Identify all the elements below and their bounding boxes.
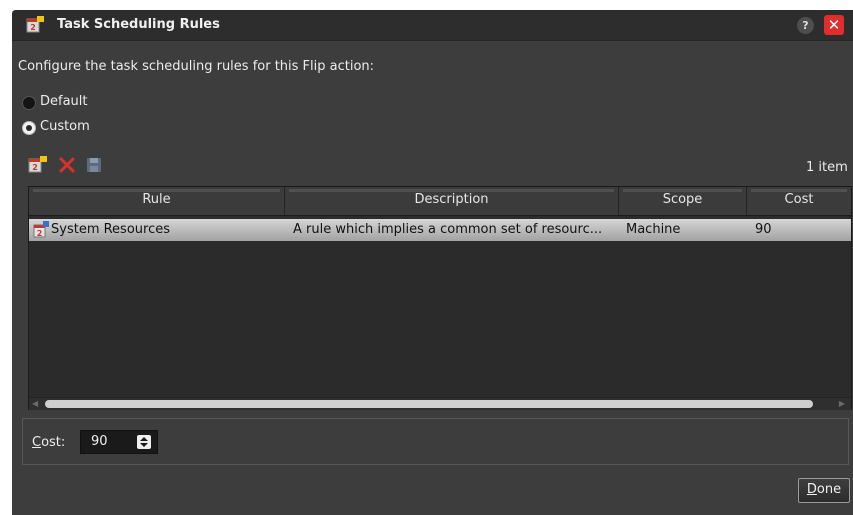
table-row[interactable]: 2 System Resources A rule which implies … <box>29 219 851 241</box>
rules-table[interactable]: Rule Description Scope Cost 2 System Res… <box>28 186 852 410</box>
scroll-left-icon[interactable]: ◀ <box>32 399 38 408</box>
cell-cost: 90 <box>755 222 772 237</box>
cost-value[interactable]: 90 <box>91 434 108 449</box>
default-radio[interactable] <box>22 96 36 110</box>
cost-label: Cost: <box>32 435 66 450</box>
svg-text:2: 2 <box>32 163 38 172</box>
new-rule-icon[interactable]: 2 <box>28 156 48 174</box>
svg-text:2: 2 <box>37 229 43 238</box>
rule-icon: 2 <box>33 221 49 238</box>
cell-rule: System Resources <box>51 222 170 237</box>
scheduling-rules-icon: 2 <box>26 16 44 33</box>
cell-scope: Machine <box>626 222 681 237</box>
cost-stepper[interactable]: 90 <box>80 430 158 454</box>
default-radio-label[interactable]: Default <box>40 94 88 109</box>
column-header-description[interactable]: Description <box>285 187 619 215</box>
intro-text: Configure the task scheduling rules for … <box>18 59 375 74</box>
done-button[interactable]: Done <box>798 478 850 503</box>
item-count: 1 item <box>806 160 848 175</box>
scrollbar-thumb[interactable] <box>45 400 813 408</box>
title-bar[interactable]: 2 Task Scheduling Rules ? ✕ <box>12 10 853 41</box>
column-header-rule[interactable]: Rule <box>29 187 285 215</box>
dialog-title: Task Scheduling Rules <box>57 17 220 32</box>
column-header-scope[interactable]: Scope <box>619 187 747 215</box>
svg-text:2: 2 <box>30 23 36 32</box>
save-icon[interactable] <box>86 156 102 174</box>
column-header-cost[interactable]: Cost <box>747 187 851 215</box>
delete-icon[interactable] <box>58 156 76 174</box>
help-button[interactable]: ? <box>797 17 814 34</box>
custom-radio[interactable] <box>22 121 36 135</box>
custom-radio-label[interactable]: Custom <box>40 119 90 134</box>
stepper-arrows-icon[interactable] <box>137 435 151 449</box>
dialog-window: 2 Task Scheduling Rules ? ✕ Configure th… <box>12 10 853 515</box>
cell-description: A rule which implies a common set of res… <box>293 222 603 237</box>
scroll-right-icon[interactable]: ▶ <box>839 399 845 408</box>
horizontal-scrollbar[interactable]: ◀ ▶ <box>29 397 851 410</box>
close-button[interactable]: ✕ <box>824 15 844 35</box>
table-header: Rule Description Scope Cost <box>29 187 851 216</box>
